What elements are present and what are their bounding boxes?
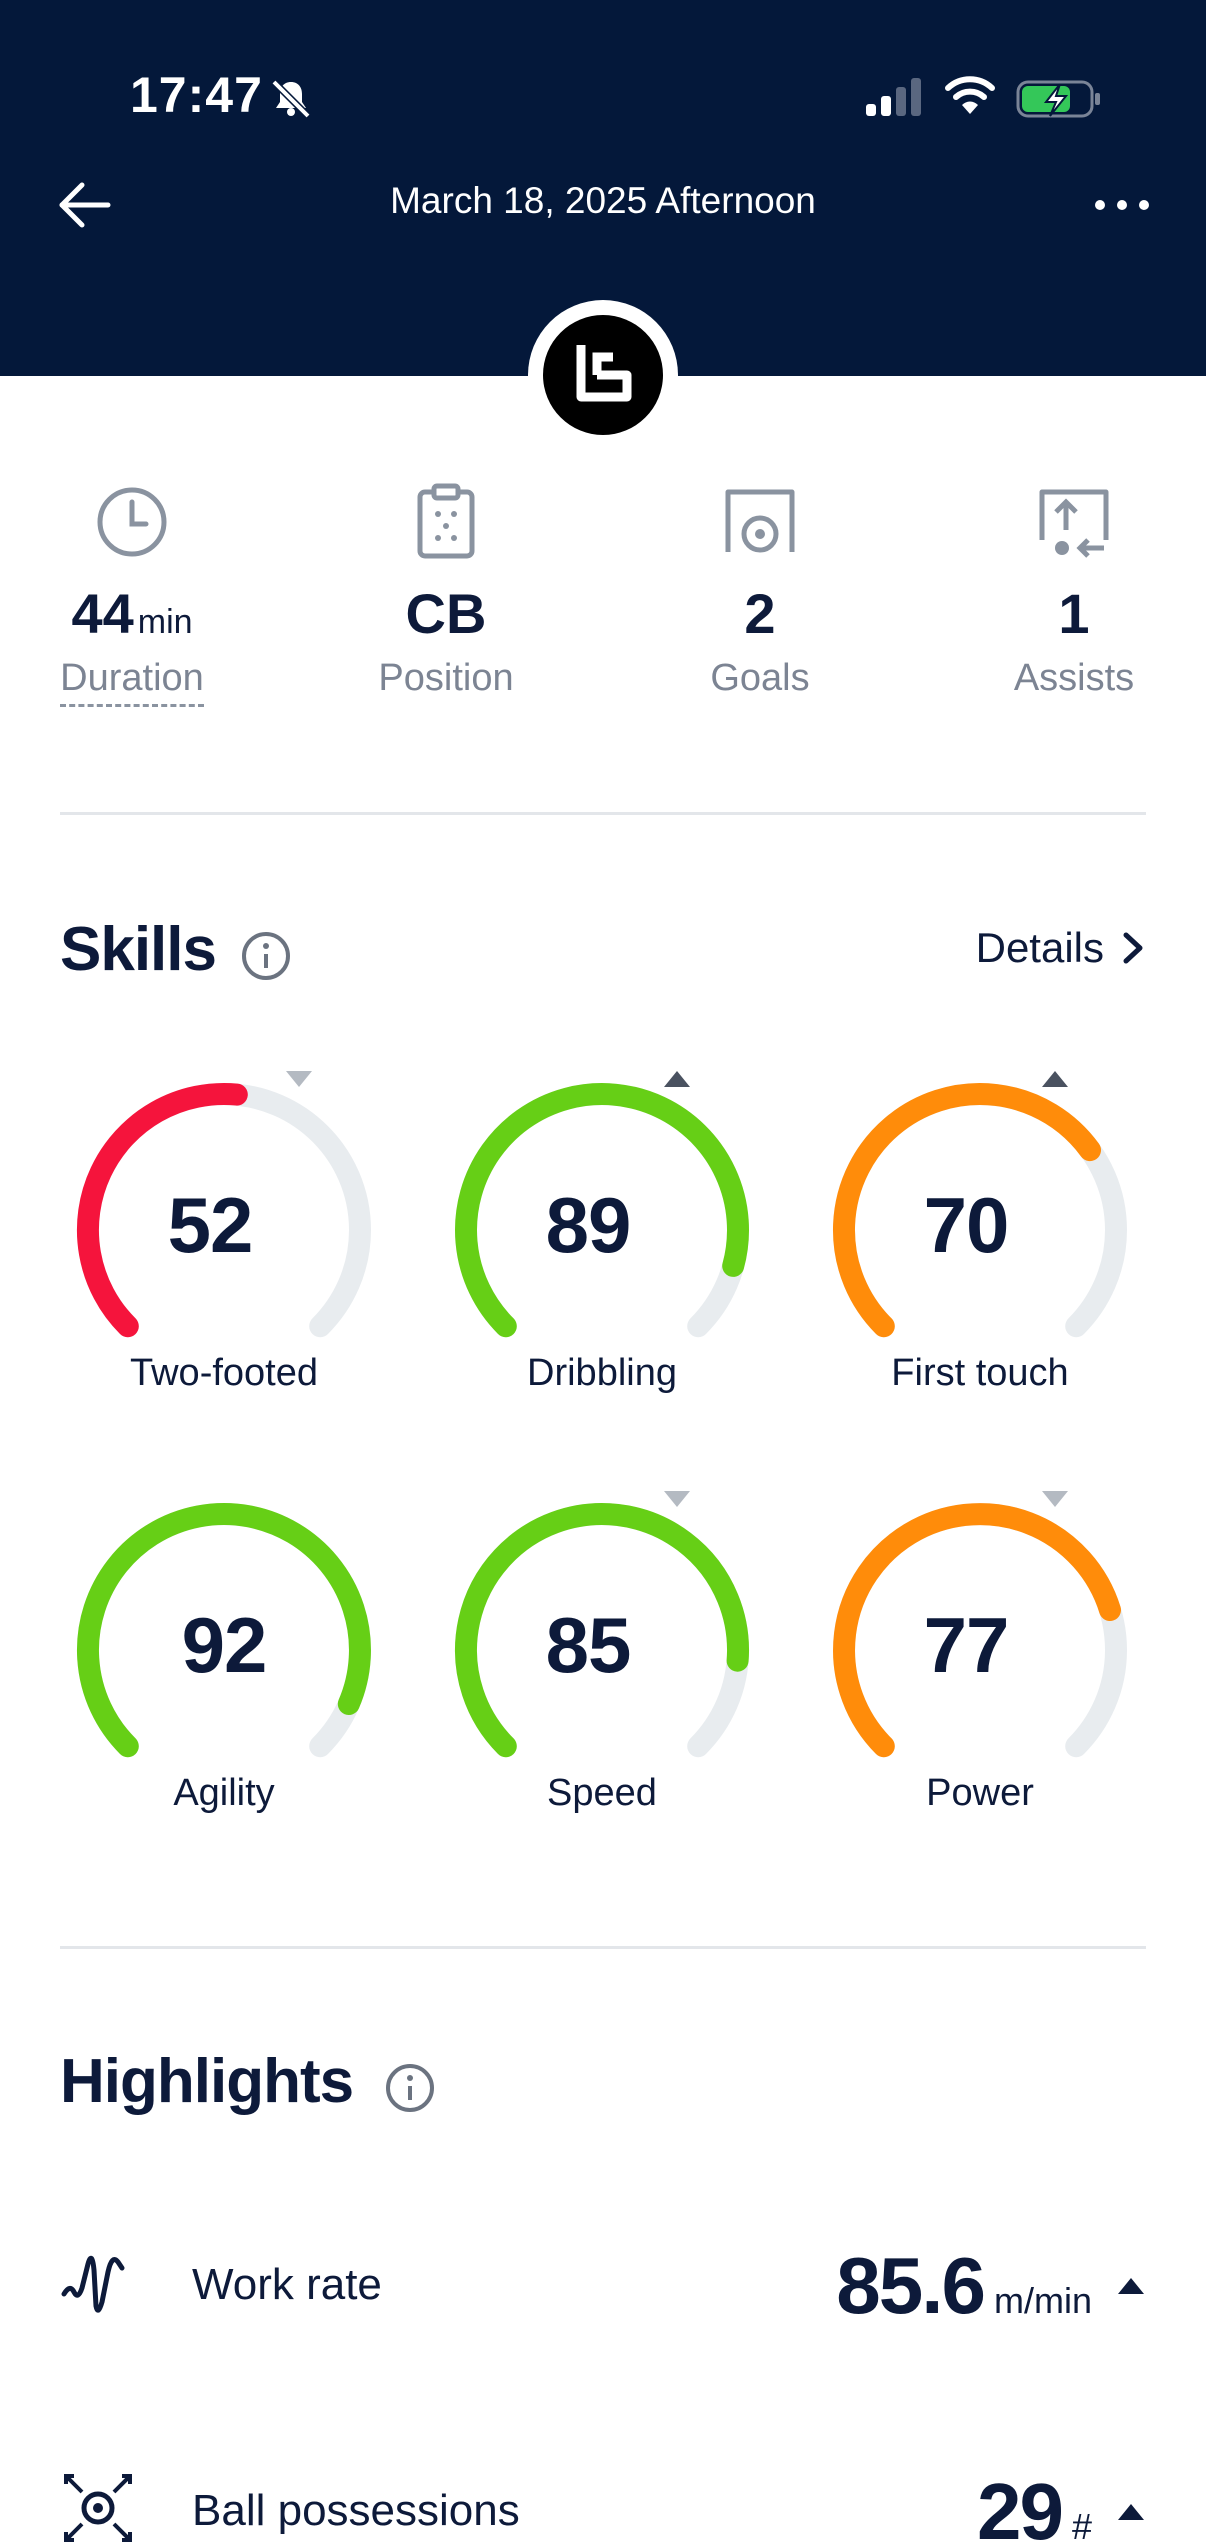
info-icon[interactable] [384,2062,436,2114]
goals-label: Goals [710,657,810,699]
highlight-unit: # [1071,2506,1092,2543]
more-options-icon[interactable] [1090,180,1154,230]
skill-value: 89 [545,1181,632,1269]
stat-position: CB Position [316,480,576,702]
divider [60,812,1146,815]
skill-gauge-two-footed[interactable]: 52 Two-footed [64,1068,384,1408]
duration-unit: min [137,603,193,641]
bell-muted-icon [271,79,311,119]
work-rate-icon [61,2255,125,2313]
battery-charging-icon [1016,80,1100,118]
clipboard-icon [417,483,475,559]
skill-value: 77 [923,1601,1010,1689]
trend-down-icon [664,1491,690,1507]
trend-down-icon [286,1071,312,1087]
divider [60,1946,1146,1949]
info-icon[interactable] [240,930,292,982]
skill-label: Agility [173,1772,275,1814]
skill-gauge-first-touch[interactable]: 70 First touch [820,1068,1140,1408]
highlight-number: 29 [976,2467,1064,2543]
position-label: Position [378,657,514,699]
skills-details-link[interactable]: Details [976,924,1146,972]
trend-down-icon [1042,1491,1068,1507]
assists-label: Assists [1013,657,1135,699]
skill-gauge-agility[interactable]: 92 Agility [64,1488,384,1828]
details-label: Details [975,924,1104,971]
skills-title: Skills [60,915,217,984]
status-time: 17:47 [130,67,263,123]
cellular-signal-icon [866,78,921,116]
skill-label: Two-footed [130,1352,318,1394]
ball-possession-icon [64,2474,132,2542]
assist-icon [1039,489,1109,558]
skill-value: 52 [167,1181,254,1269]
skill-value: 70 [923,1181,1010,1269]
trend-up-icon [1118,2504,1144,2520]
highlight-unit: m/min [994,2280,1092,2321]
highlight-label: Work rate [192,2260,382,2309]
clock-icon [97,487,167,557]
skill-value: 92 [181,1601,268,1689]
goals-value: 2 [744,582,776,645]
trend-up-icon [1042,1071,1068,1087]
wifi-icon [945,76,995,114]
highlight-row-ball-possessions[interactable]: Ball possessions 29 # [60,2450,1146,2543]
duration-label: Duration [60,656,204,707]
highlight-label: Ball possessions [192,2486,520,2535]
highlights-title: Highlights [60,2047,354,2116]
skill-label: Speed [547,1772,657,1814]
position-value: CB [405,582,487,645]
highlight-row-work-rate[interactable]: Work rate 85.6 m/min [60,2224,1146,2344]
skill-label: Dribbling [527,1352,677,1394]
session-title: March 18, 2025 Afternoon [390,180,816,221]
skill-gauge-dribbling[interactable]: 89 Dribbling [442,1068,762,1408]
goal-icon [725,489,795,553]
skill-label: Power [926,1772,1034,1814]
app-logo [528,300,678,450]
assists-value: 1 [1058,582,1090,645]
session-stats: 44 min Duration CB Position 2 Goals 1 As… [0,480,1206,740]
stat-duration[interactable]: 44 min Duration [2,480,262,707]
duration-value: 44 [71,582,134,645]
skill-label: First touch [891,1352,1069,1394]
trend-up-icon [1118,2278,1144,2294]
logo-mark-icon [576,345,632,402]
skill-gauge-speed[interactable]: 85 Speed [442,1488,762,1828]
stat-goals: 2 Goals [630,480,890,702]
stat-assists: 1 Assists [944,480,1204,702]
skill-value: 85 [545,1601,632,1689]
chevron-right-icon [1123,932,1143,964]
trend-up-icon [664,1071,690,1087]
highlight-number: 85.6 [836,2241,986,2330]
highlight-value: 29 # [977,2466,1146,2543]
skill-gauge-power[interactable]: 77 Power [820,1488,1140,1828]
highlight-value: 85.6 m/min [836,2240,1146,2332]
